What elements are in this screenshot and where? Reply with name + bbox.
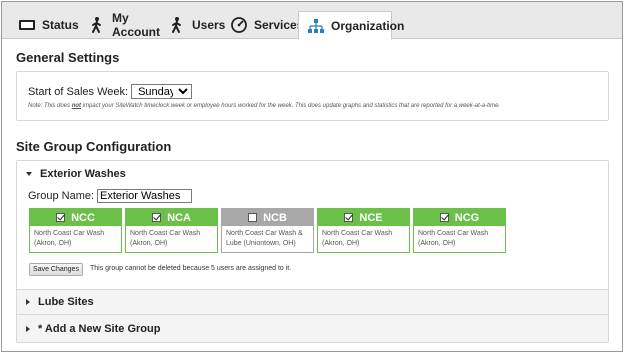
site-location: (Akron, OH)	[418, 240, 456, 247]
note-prefix: Note: This does	[28, 103, 72, 109]
checkbox-checked-icon[interactable]	[56, 213, 66, 222]
accordion-header-label: Lube Sites	[38, 296, 94, 308]
accordion-header-label: Exterior Washes	[40, 167, 126, 180]
caret-right-icon	[26, 325, 30, 332]
tab-label: Status	[42, 17, 79, 32]
accordion-header-label: * Add a New Site Group	[38, 322, 161, 335]
app-window: Status My Account Users Services Organiz…	[1, 1, 623, 352]
site-code: NCG	[454, 211, 480, 224]
site-card-header: NCC	[30, 209, 121, 226]
tab-my-account[interactable]: My Account	[80, 10, 160, 39]
general-settings-title: General Settings	[16, 50, 120, 65]
tab-label: My Account	[112, 10, 160, 39]
site-name: North Coast Car Wash &	[226, 230, 303, 237]
site-card-header: NCA	[126, 209, 217, 226]
site-code: NCB	[263, 211, 287, 224]
sales-week-note: Note: This does not impact your SiteWatc…	[28, 103, 608, 109]
site-card-header: NCG	[414, 209, 505, 226]
tab-organization[interactable]: Organization	[298, 11, 404, 40]
site-location: (Akron, OH)	[322, 240, 360, 247]
caret-right-icon	[26, 299, 30, 305]
note-emphasis: not	[71, 103, 82, 109]
site-location: (Akron, OH)	[34, 240, 72, 247]
site-code: NCE	[359, 211, 383, 224]
checkbox-checked-icon[interactable]	[152, 213, 162, 222]
site-cards: NCC North Coast Car Wash (Akron, OH) NCA …	[29, 208, 529, 254]
person-walking-icon	[88, 16, 106, 34]
save-changes-button[interactable]: Save Changes	[29, 263, 83, 276]
sales-week-label: Start of Sales Week:	[28, 85, 129, 98]
main-content: General Settings Start of Sales Week: Su…	[10, 40, 614, 350]
site-code: NCC	[71, 211, 95, 224]
person-walking-icon	[168, 16, 186, 34]
accordion-lube-sites[interactable]: Lube Sites	[17, 289, 608, 314]
site-name: North Coast Car Wash	[322, 230, 393, 237]
checkbox-checked-icon[interactable]	[439, 213, 449, 222]
tab-label: Services	[254, 17, 304, 32]
checkbox-checked-icon[interactable]	[344, 213, 354, 222]
tab-users[interactable]: Users	[160, 10, 225, 39]
monitor-icon	[18, 16, 36, 34]
site-code: NCA	[167, 211, 191, 224]
gauge-icon	[230, 16, 248, 34]
site-name: North Coast Car Wash	[130, 230, 201, 237]
site-name: North Coast Car Wash	[34, 230, 105, 237]
tab-bar: Status My Account Users Services Organiz…	[2, 2, 622, 40]
site-location: Lube (Uniontown, OH)	[226, 240, 296, 247]
site-card-header: NCB	[222, 209, 313, 226]
site-card-ncc[interactable]: NCC North Coast Car Wash (Akron, OH)	[29, 208, 122, 253]
site-card-header: NCE	[318, 209, 409, 226]
site-group-config-title: Site Group Configuration	[16, 139, 172, 154]
org-chart-icon	[307, 17, 325, 35]
site-card-nca[interactable]: NCA North Coast Car Wash (Akron, OH)	[125, 208, 218, 253]
tab-status[interactable]: Status	[10, 10, 79, 39]
tab-label: Organization	[331, 18, 405, 33]
sales-week-select[interactable]: Sunday	[131, 84, 193, 99]
caret-down-icon	[26, 171, 32, 176]
group-name-label: Group Name:	[28, 190, 95, 202]
site-group-panel: Exterior Washes Group Name: NCC North Co…	[16, 160, 609, 343]
tab-label: Users	[192, 17, 226, 32]
site-card-ncb[interactable]: NCB North Coast Car Wash & Lube (Uniontow…	[221, 208, 314, 253]
site-name: North Coast Car Wash	[418, 230, 489, 237]
accordion-exterior-washes[interactable]: Exterior Washes	[17, 163, 608, 184]
tab-services[interactable]: Services	[222, 10, 303, 39]
group-name-input[interactable]	[97, 189, 193, 203]
general-settings-panel: Start of Sales Week: Sunday Note: This d…	[16, 71, 609, 121]
checkbox-unchecked-icon[interactable]	[248, 213, 258, 222]
note-suffix: impact your SiteWatch timeclock week or …	[81, 103, 501, 109]
site-card-nce[interactable]: NCE North Coast Car Wash (Akron, OH)	[317, 208, 410, 253]
accordion-add-new-site-group[interactable]: * Add a New Site Group	[17, 314, 608, 342]
delete-restriction-message: This group cannot be deleted because 5 u…	[90, 265, 292, 272]
site-card-ncg[interactable]: NCG North Coast Car Wash (Akron, OH)	[413, 208, 506, 253]
site-location: (Akron, OH)	[130, 240, 168, 247]
